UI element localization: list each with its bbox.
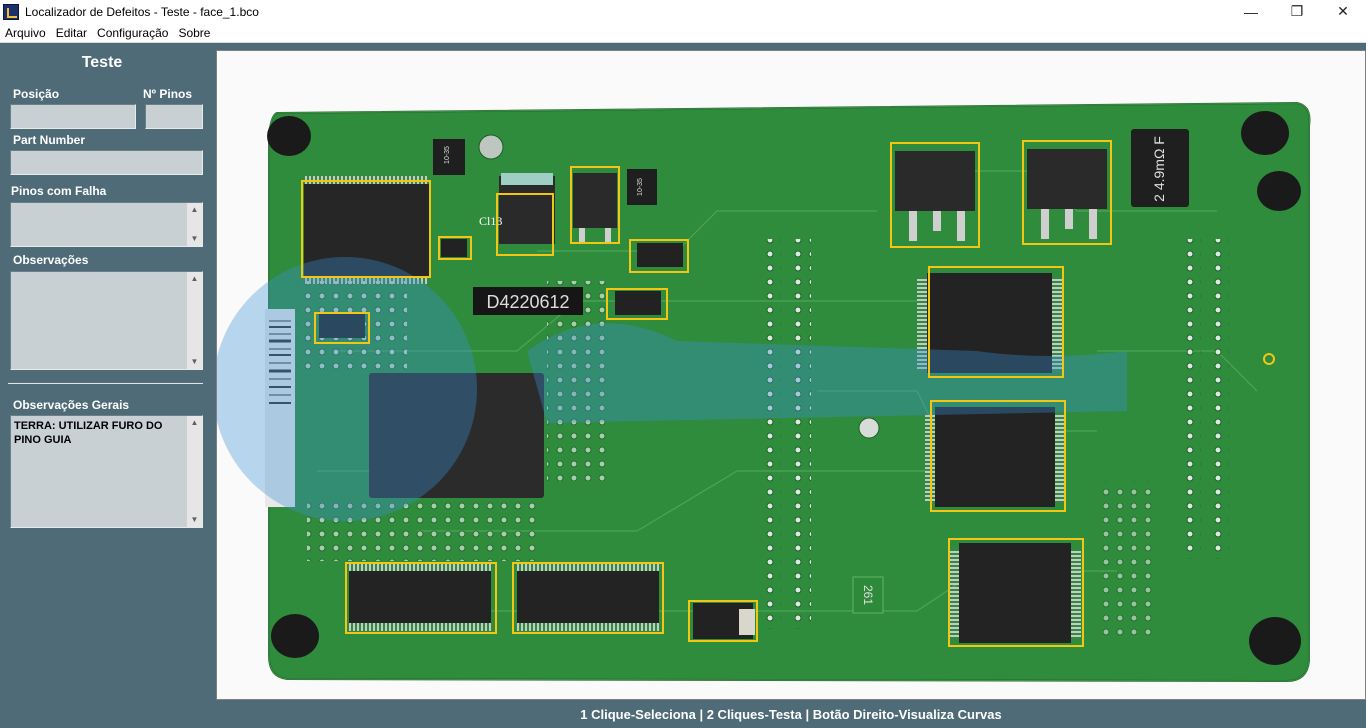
menu-editar[interactable]: Editar bbox=[51, 26, 92, 40]
minimize-icon[interactable]: — bbox=[1228, 0, 1274, 23]
soic-chip bbox=[637, 243, 683, 267]
ic-chip bbox=[935, 407, 1055, 507]
window-controls: — ❐ ✕ bbox=[1228, 0, 1366, 23]
scroll-up-icon[interactable]: ▲ bbox=[187, 203, 202, 217]
window-title: Localizador de Defeitos - Teste - face_1… bbox=[25, 4, 259, 19]
transistor bbox=[573, 173, 617, 228]
via-field bbox=[1097, 481, 1157, 641]
pin-header bbox=[795, 239, 811, 629]
panel-title: Teste bbox=[81, 54, 123, 71]
scroll-down-icon[interactable]: ▼ bbox=[187, 232, 202, 246]
transistor bbox=[499, 176, 555, 244]
posicao-field[interactable] bbox=[10, 104, 136, 129]
scroll-down-icon[interactable]: ▼ bbox=[187, 513, 202, 527]
menu-arquivo[interactable]: Arquivo bbox=[0, 26, 51, 40]
maximize-icon[interactable]: ❐ bbox=[1274, 0, 1320, 23]
posicao-label: Posição bbox=[13, 87, 60, 101]
menu-configuracao[interactable]: Configuração bbox=[92, 26, 173, 40]
status-bar: 1 Clique-Seleciona | 2 Cliques-Testa | B… bbox=[580, 707, 1002, 722]
ic-marking: D4220612 bbox=[486, 292, 569, 312]
pinos-falha-scrollbar[interactable]: ▲ ▼ bbox=[186, 203, 202, 246]
partnumber-label: Part Number bbox=[13, 133, 86, 147]
menu-bar: Arquivo Editar Configuração Sobre bbox=[0, 23, 1366, 43]
pin-header bbox=[765, 239, 781, 629]
regulator bbox=[895, 151, 975, 211]
ic-chip bbox=[959, 543, 1071, 643]
obs-gerais-field[interactable]: TERRA: UTILIZAR FURO DO PINO GUIA ▲ ▼ bbox=[10, 415, 203, 528]
resistor-label: 2 4.9mΩ F bbox=[1151, 136, 1167, 202]
ic-chip bbox=[349, 571, 491, 623]
scroll-up-icon[interactable]: ▲ bbox=[187, 416, 202, 430]
pin-header bbox=[1185, 239, 1201, 559]
scroll-up-icon[interactable]: ▲ bbox=[187, 272, 202, 286]
soic-chip bbox=[615, 291, 661, 315]
regulator bbox=[1027, 149, 1107, 209]
obs-gerais-label: Observações Gerais bbox=[13, 398, 130, 412]
mounting-hole bbox=[267, 116, 311, 156]
sidebar-panel: Teste Posição Nº Pinos Part Number Pinos… bbox=[0, 44, 210, 702]
silkscreen-text: 261 bbox=[861, 585, 875, 605]
reference-label: Cl13 bbox=[479, 214, 502, 228]
partnumber-field[interactable] bbox=[10, 150, 203, 175]
mounting-hole bbox=[1249, 617, 1301, 665]
menu-sobre[interactable]: Sobre bbox=[173, 26, 215, 40]
app-icon bbox=[3, 3, 19, 20]
title-bar: Localizador de Defeitos - Teste - face_1… bbox=[0, 0, 1366, 23]
observacoes-field[interactable]: ▲ ▼ bbox=[10, 271, 203, 370]
observacoes-scrollbar[interactable]: ▲ ▼ bbox=[186, 272, 202, 369]
board-viewer[interactable]: 2 4.9mΩ F 10-35 10-35 D4220612 Cl13 261 bbox=[216, 50, 1366, 700]
observacoes-label: Observações bbox=[13, 253, 89, 267]
close-icon[interactable]: ✕ bbox=[1320, 0, 1366, 23]
scroll-down-icon[interactable]: ▼ bbox=[187, 355, 202, 369]
part-label: 10-35 bbox=[637, 178, 644, 196]
npinos-field[interactable] bbox=[145, 104, 203, 129]
obs-gerais-text: TERRA: UTILIZAR FURO DO PINO GUIA bbox=[14, 420, 163, 446]
pin-header bbox=[1213, 239, 1229, 559]
npinos-label: Nº Pinos bbox=[143, 87, 193, 101]
pinos-falha-field[interactable]: ▲ ▼ bbox=[10, 202, 203, 247]
mounting-hole bbox=[1241, 111, 1289, 155]
mounting-hole bbox=[478, 134, 504, 160]
mounting-hole bbox=[858, 417, 880, 439]
ic-chip bbox=[517, 571, 659, 623]
pcb-image[interactable]: 2 4.9mΩ F 10-35 10-35 D4220612 Cl13 261 bbox=[217, 51, 1366, 700]
smd-part bbox=[441, 239, 467, 257]
sidebar-divider bbox=[8, 382, 203, 384]
obs-gerais-scrollbar[interactable]: ▲ ▼ bbox=[186, 416, 202, 527]
mounting-hole bbox=[271, 614, 319, 658]
pinos-falha-label: Pinos com Falha bbox=[11, 184, 107, 198]
mounting-hole bbox=[1257, 171, 1301, 211]
part-label: 10-35 bbox=[444, 146, 451, 164]
